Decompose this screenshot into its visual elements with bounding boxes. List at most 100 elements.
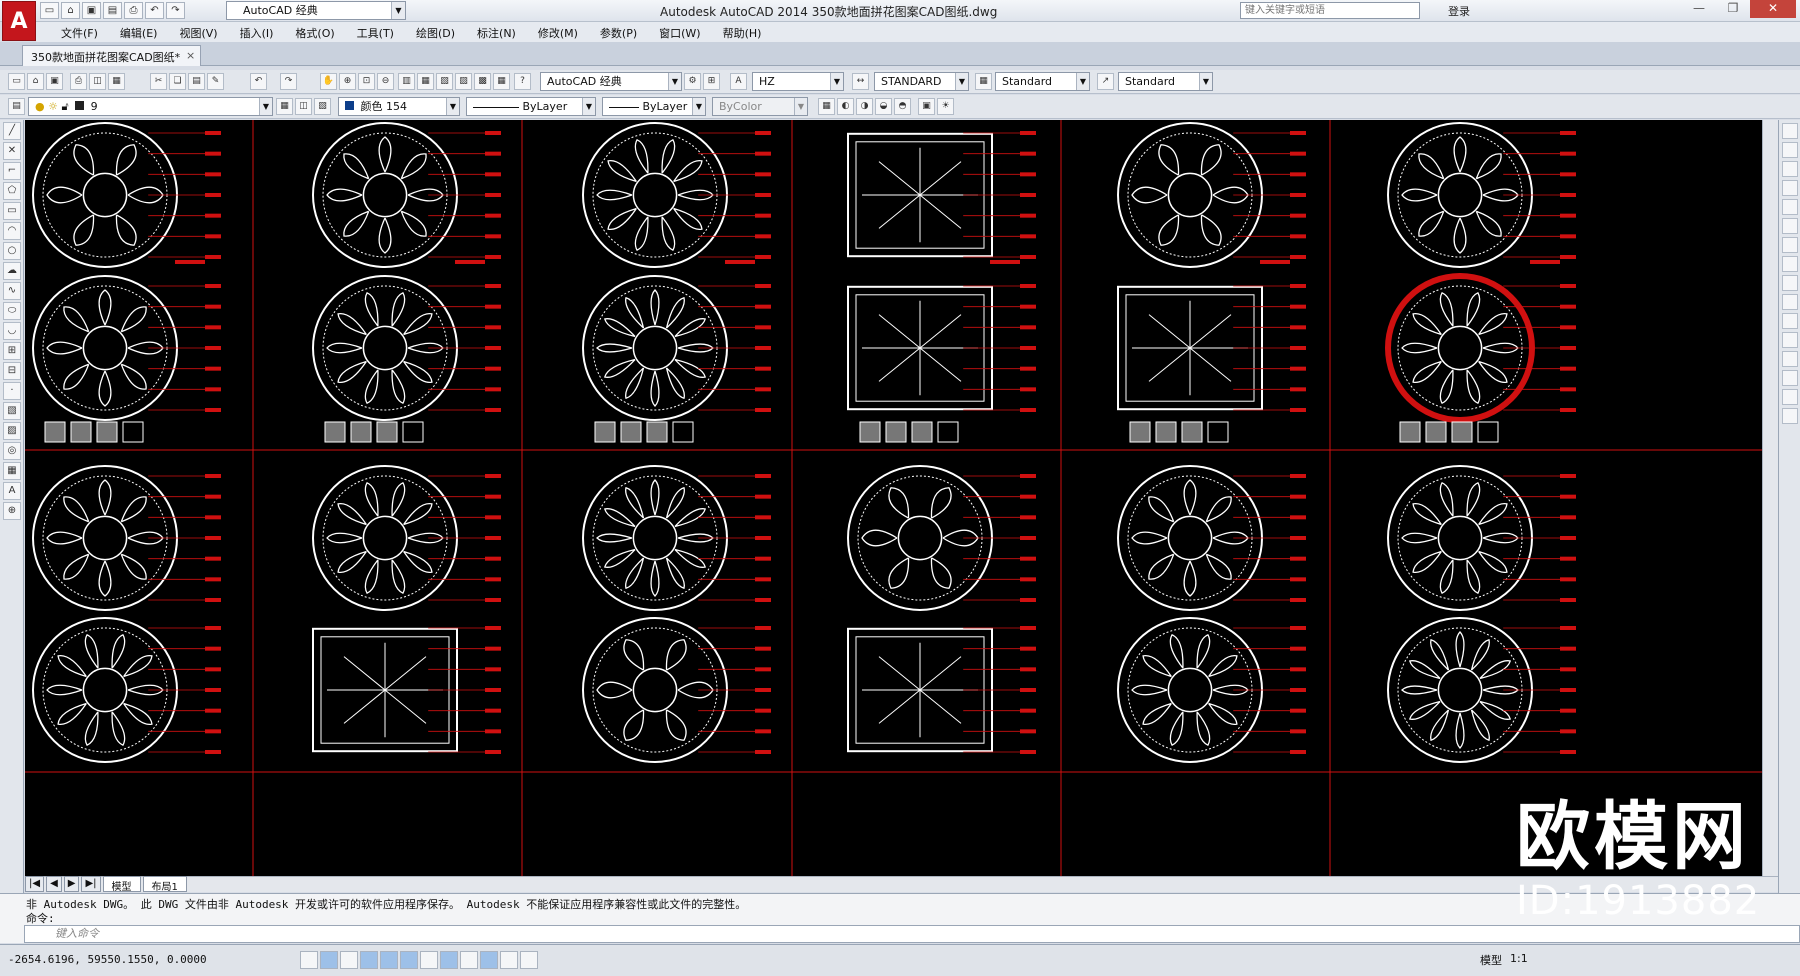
dim-style-icon[interactable]: ↔	[852, 73, 869, 90]
zoom-previous-icon[interactable]: ⊖	[377, 73, 394, 90]
tab-model[interactable]: 模型	[102, 876, 141, 893]
first-tab-icon[interactable]: |◀	[25, 876, 45, 892]
vertical-scrollbar[interactable]	[1762, 120, 1778, 876]
autocad-logo-button[interactable]: A	[2, 1, 36, 41]
menu-insert[interactable]: 插入(I)	[229, 22, 285, 42]
dyn-toggle[interactable]	[480, 951, 498, 969]
plot-icon[interactable]: ⎙	[70, 73, 87, 90]
paste-icon[interactable]: ▤	[188, 73, 205, 90]
close-button[interactable]: ✕	[1750, 0, 1796, 18]
undo-icon[interactable]: ↶	[250, 73, 267, 90]
polar-toggle[interactable]	[380, 951, 398, 969]
multiline-text-icon[interactable]: A	[3, 482, 21, 500]
erase-icon[interactable]	[1782, 123, 1798, 139]
region-icon[interactable]: ◎	[3, 442, 21, 460]
menu-help[interactable]: 帮助(H)	[712, 22, 773, 42]
lineweight-combo[interactable]: ByLayer ▼	[602, 97, 706, 116]
save-as-icon[interactable]: ▤	[103, 2, 122, 19]
render-icon[interactable]: ▦	[818, 98, 835, 115]
open-icon[interactable]: ⌂	[27, 73, 44, 90]
3d-box-icon[interactable]: ▣	[918, 98, 935, 115]
last-tab-icon[interactable]: ▶|	[81, 876, 101, 892]
ducs-toggle[interactable]	[460, 951, 478, 969]
previous-layer-icon[interactable]: ◫	[295, 98, 312, 115]
lineweight-toggle[interactable]	[500, 951, 518, 969]
minimize-button[interactable]: —	[1682, 0, 1716, 18]
rectangle-icon[interactable]: ▭	[3, 202, 21, 220]
ellipse-arc-icon[interactable]: ◡	[3, 322, 21, 340]
save-icon[interactable]: ▣	[82, 2, 101, 19]
menu-window[interactable]: 窗口(W)	[648, 22, 711, 42]
insert-block-icon[interactable]: ⊞	[3, 342, 21, 360]
mleader-style-icon[interactable]: ↗	[1097, 73, 1114, 90]
linetype-combo[interactable]: ByLayer ▼	[466, 97, 596, 116]
print-icon[interactable]: ⎙	[124, 2, 143, 19]
otrack-toggle[interactable]	[440, 951, 458, 969]
revision-cloud-icon[interactable]: ☁	[3, 262, 21, 280]
maximize-button[interactable]: ❐	[1716, 0, 1750, 18]
cut-icon[interactable]: ✂	[150, 73, 167, 90]
spline-icon[interactable]: ∿	[3, 282, 21, 300]
visual-style-icon[interactable]: ◐	[837, 98, 854, 115]
fillet-icon[interactable]	[1782, 389, 1798, 405]
offset-icon[interactable]	[1782, 180, 1798, 196]
sheet-set-icon[interactable]: ▨	[455, 73, 472, 90]
hatch-icon[interactable]: ▧	[3, 402, 21, 420]
workspace-select[interactable]: AutoCAD 经典 ▼	[226, 1, 406, 20]
layer-state-icon[interactable]: ▧	[314, 98, 331, 115]
markup-icon[interactable]: ▩	[474, 73, 491, 90]
explode-icon[interactable]	[1782, 408, 1798, 424]
menu-file[interactable]: 文件(F)	[50, 22, 109, 42]
extend-icon[interactable]	[1782, 313, 1798, 329]
add-selected-icon[interactable]: ⊕	[3, 502, 21, 520]
construction-line-icon[interactable]: ✕	[3, 142, 21, 160]
gradient-icon[interactable]: ▨	[3, 422, 21, 440]
calculator-icon[interactable]: ▦	[493, 73, 510, 90]
command-input[interactable]: 键入命令	[24, 925, 1800, 943]
infer-constraints-toggle[interactable]	[300, 951, 318, 969]
new-icon[interactable]: ▭	[40, 2, 59, 19]
menu-dimension[interactable]: 标注(N)	[466, 22, 527, 42]
properties-icon[interactable]: ▥	[398, 73, 415, 90]
tool-palettes-icon[interactable]: ▧	[436, 73, 453, 90]
drawing-canvas[interactable]	[25, 120, 1778, 876]
array-icon[interactable]	[1782, 199, 1798, 215]
workspace-settings-icon[interactable]: ⊞	[703, 73, 720, 90]
menu-edit[interactable]: 编辑(E)	[109, 22, 169, 42]
table-icon[interactable]: ▦	[3, 462, 21, 480]
text-style-icon[interactable]: A	[730, 73, 747, 90]
menu-view[interactable]: 视图(V)	[168, 22, 228, 42]
camera-icon[interactable]: ◓	[894, 98, 911, 115]
circle-icon[interactable]: ○	[3, 242, 21, 260]
open-icon[interactable]: ⌂	[61, 2, 80, 19]
scale-icon[interactable]	[1782, 256, 1798, 272]
table-style-icon[interactable]: ▦	[975, 73, 992, 90]
stretch-icon[interactable]	[1782, 275, 1798, 291]
zoom-realtime-icon[interactable]: ⊕	[339, 73, 356, 90]
publish-icon[interactable]: ▦	[108, 73, 125, 90]
materials-icon[interactable]: ◑	[856, 98, 873, 115]
menu-format[interactable]: 格式(O)	[284, 22, 345, 42]
osnap-toggle[interactable]	[400, 951, 418, 969]
line-icon[interactable]: ╱	[3, 122, 21, 140]
break-icon[interactable]	[1782, 332, 1798, 348]
workspace-combo[interactable]: AutoCAD 经典 ▼	[540, 72, 682, 91]
transparency-toggle[interactable]	[520, 951, 538, 969]
ortho-toggle[interactable]	[360, 951, 378, 969]
copy-object-icon[interactable]	[1782, 142, 1798, 158]
zoom-window-icon[interactable]: ⊡	[358, 73, 375, 90]
layer-combo[interactable]: ● ☼ 🔓︎ 9 ▼	[28, 97, 273, 116]
close-icon[interactable]: ×	[186, 49, 195, 62]
dim-style-combo[interactable]: STANDARD ▼	[874, 72, 969, 91]
polyline-icon[interactable]: ⌐	[3, 162, 21, 180]
copy-icon[interactable]: ❏	[169, 73, 186, 90]
rotate-icon[interactable]	[1782, 237, 1798, 253]
color-combo[interactable]: 颜色 154 ▼	[338, 97, 460, 116]
ellipse-icon[interactable]: ⬭	[3, 302, 21, 320]
login-link[interactable]: 登录	[1448, 3, 1470, 19]
next-tab-icon[interactable]: ▶	[63, 876, 80, 892]
model-space-button[interactable]: 模型	[1480, 952, 1502, 968]
trim-icon[interactable]	[1782, 294, 1798, 310]
move-icon[interactable]	[1782, 218, 1798, 234]
lights-icon[interactable]: ◒	[875, 98, 892, 115]
